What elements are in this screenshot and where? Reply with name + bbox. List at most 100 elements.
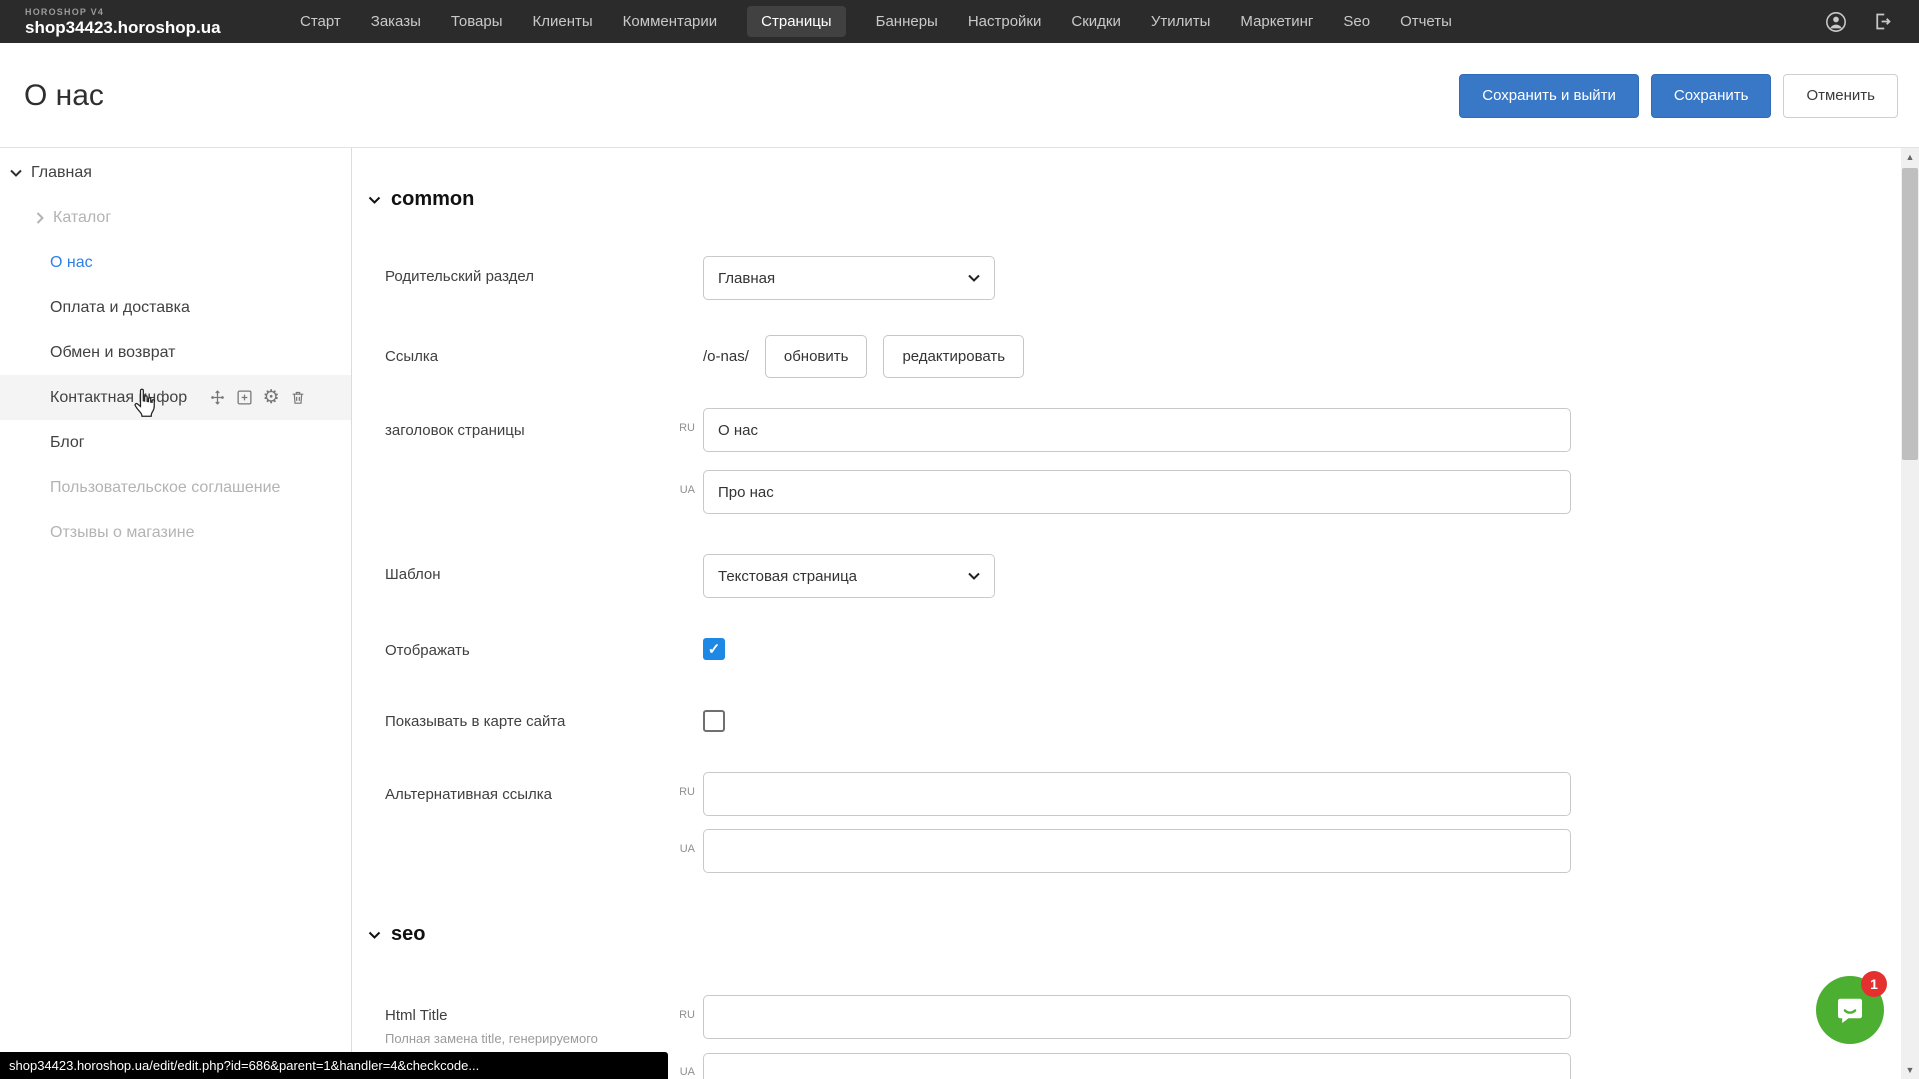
sidebar-item-label: Контактная инфор [50, 389, 187, 407]
sidebar-item-polzovatelskoe-soglashenie[interactable]: Пользовательское соглашение [0, 465, 351, 510]
main-nav: Старт Заказы Товары Клиенты Комментарии … [300, 6, 1452, 37]
link-row: /o-nas/ обновить редактировать [703, 335, 1024, 378]
sidebar-item-katalog[interactable]: Каталог [0, 195, 351, 240]
nav-item-skidki[interactable]: Скидки [1071, 6, 1120, 37]
row-actions: ⚙ [208, 389, 307, 407]
html-title-input-ua[interactable] [703, 1053, 1571, 1079]
lang-badge-ua: UA [671, 843, 695, 855]
lang-badge-ru: RU [671, 422, 695, 434]
chevron-right-icon [36, 212, 44, 224]
sidebar-item-label: О нас [50, 254, 93, 272]
chat-bubble-icon [1832, 992, 1868, 1028]
link-label: Ссылка [385, 348, 438, 365]
page-edit-form: common Родительский раздел Главная Ссылк… [353, 148, 1901, 1079]
section-common-title: common [391, 188, 474, 211]
sitemap-checkbox[interactable] [703, 710, 725, 732]
chevron-down-icon [368, 931, 381, 939]
sidebar-item-blog[interactable]: Блог [0, 420, 351, 465]
template-select[interactable]: Текстовая страница [703, 554, 995, 598]
link-path: /o-nas/ [703, 348, 749, 365]
chat-widget-button[interactable]: 1 [1816, 976, 1884, 1044]
sidebar-item-kontaktnaya-infor[interactable]: Контактная инфор ⚙ [0, 375, 351, 420]
save-button[interactable]: Сохранить [1651, 74, 1772, 118]
nav-item-tovary[interactable]: Товары [451, 6, 503, 37]
display-label: Отображать [385, 642, 470, 659]
sidebar-item-label: Отзывы о магазине [50, 524, 195, 542]
pages-tree-sidebar: Главная Каталог О нас Оплата и доставка … [0, 148, 352, 1079]
sidebar-item-obmen-i-vozvrat[interactable]: Обмен и возврат [0, 330, 351, 375]
scroll-down-arrow[interactable]: ▼ [1901, 1065, 1919, 1075]
header-buttons: Сохранить и выйти Сохранить Отменить [1459, 43, 1898, 148]
add-page-icon[interactable] [235, 389, 253, 407]
page-title-label: заголовок страницы [385, 422, 525, 439]
settings-gear-icon[interactable]: ⚙ [262, 389, 280, 407]
vertical-scrollbar: ▲ ▼ [1901, 148, 1919, 1079]
chat-unread-badge: 1 [1861, 971, 1887, 997]
html-title-input-ru[interactable] [703, 995, 1571, 1039]
sidebar-item-oplata-i-dostavka[interactable]: Оплата и доставка [0, 285, 351, 330]
template-label: Шаблон [385, 566, 441, 583]
page-title: О нас [24, 43, 104, 148]
nav-item-klienty[interactable]: Клиенты [533, 6, 593, 37]
link-status-bar: shop34423.horoshop.ua/edit/edit.php?id=6… [0, 1052, 668, 1079]
sidebar-item-o-nas[interactable]: О нас [0, 240, 351, 285]
page-header: О нас Сохранить и выйти Сохранить Отмени… [0, 43, 1919, 148]
template-value: Текстовая страница [718, 568, 857, 585]
brand-version-label: HOROSHOP V4 [25, 8, 280, 17]
sitemap-label: Показывать в карте сайта [385, 713, 565, 730]
parent-section-label: Родительский раздел [385, 268, 534, 285]
topbar-right-icons [1825, 11, 1893, 33]
user-account-icon[interactable] [1825, 11, 1847, 33]
nav-item-otchety[interactable]: Отчеты [1400, 6, 1452, 37]
chevron-down-icon [368, 196, 381, 204]
section-common-header[interactable]: common [368, 188, 474, 211]
shop-domain-label: shop34423.horoshop.ua [25, 19, 280, 36]
lang-badge-ru: RU [671, 786, 695, 798]
section-seo-header[interactable]: seo [368, 923, 425, 946]
alt-link-input-ua[interactable] [703, 829, 1571, 873]
nav-item-nastroyki[interactable]: Настройки [968, 6, 1042, 37]
nav-item-kommentarii[interactable]: Комментарии [623, 6, 717, 37]
display-checkbox[interactable]: ✓ [703, 638, 725, 660]
alt-link-input-ru[interactable] [703, 772, 1571, 816]
lang-badge-ua: UA [671, 1066, 695, 1078]
chevron-down-icon [968, 274, 980, 282]
edit-link-button[interactable]: редактировать [883, 335, 1024, 378]
sidebar-item-otzyvy-o-magazine[interactable]: Отзывы о магазине [0, 510, 351, 555]
lang-badge-ua: UA [671, 484, 695, 496]
parent-section-value: Главная [718, 270, 775, 287]
sidebar-item-label: Блог [50, 434, 85, 452]
lang-badge-ru: RU [671, 1009, 695, 1021]
nav-item-utility[interactable]: Утилиты [1151, 6, 1211, 37]
page-title-input-ua[interactable] [703, 470, 1571, 514]
sidebar-item-label: Каталог [53, 209, 111, 227]
nav-item-start[interactable]: Старт [300, 6, 341, 37]
refresh-link-button[interactable]: обновить [765, 335, 868, 378]
nav-item-zakazy[interactable]: Заказы [371, 6, 421, 37]
nav-item-stranitsy[interactable]: Страницы [747, 6, 845, 37]
topbar: HOROSHOP V4 shop34423.horoshop.ua Старт … [0, 0, 1919, 43]
sidebar-item-label: Главная [31, 164, 92, 182]
delete-trash-icon[interactable] [289, 389, 307, 407]
logout-icon[interactable] [1871, 11, 1893, 33]
chevron-down-icon [10, 169, 22, 177]
parent-section-select[interactable]: Главная [703, 256, 995, 300]
sidebar-item-label: Оплата и доставка [50, 299, 190, 317]
brand-block: HOROSHOP V4 shop34423.horoshop.ua [25, 8, 280, 36]
html-title-label: Html Title [385, 1007, 448, 1024]
save-and-exit-button[interactable]: Сохранить и выйти [1459, 74, 1639, 118]
alt-link-label: Альтернативная ссылка [385, 786, 552, 803]
sidebar-item-glavnaya[interactable]: Главная [0, 150, 351, 195]
nav-item-marketing[interactable]: Маркетинг [1240, 6, 1313, 37]
page-title-input-ru[interactable] [703, 408, 1571, 452]
chevron-down-icon [968, 572, 980, 580]
html-title-hint: Полная замена title, генерируемого [385, 1031, 598, 1046]
section-seo-title: seo [391, 923, 425, 946]
sidebar-item-label: Пользовательское соглашение [50, 479, 280, 497]
scrollbar-thumb[interactable] [1902, 168, 1918, 460]
cancel-button[interactable]: Отменить [1783, 74, 1898, 118]
nav-item-bannery[interactable]: Баннеры [876, 6, 938, 37]
nav-item-seo[interactable]: Seo [1343, 6, 1370, 37]
move-icon[interactable] [208, 389, 226, 407]
scroll-up-arrow[interactable]: ▲ [1901, 152, 1919, 162]
